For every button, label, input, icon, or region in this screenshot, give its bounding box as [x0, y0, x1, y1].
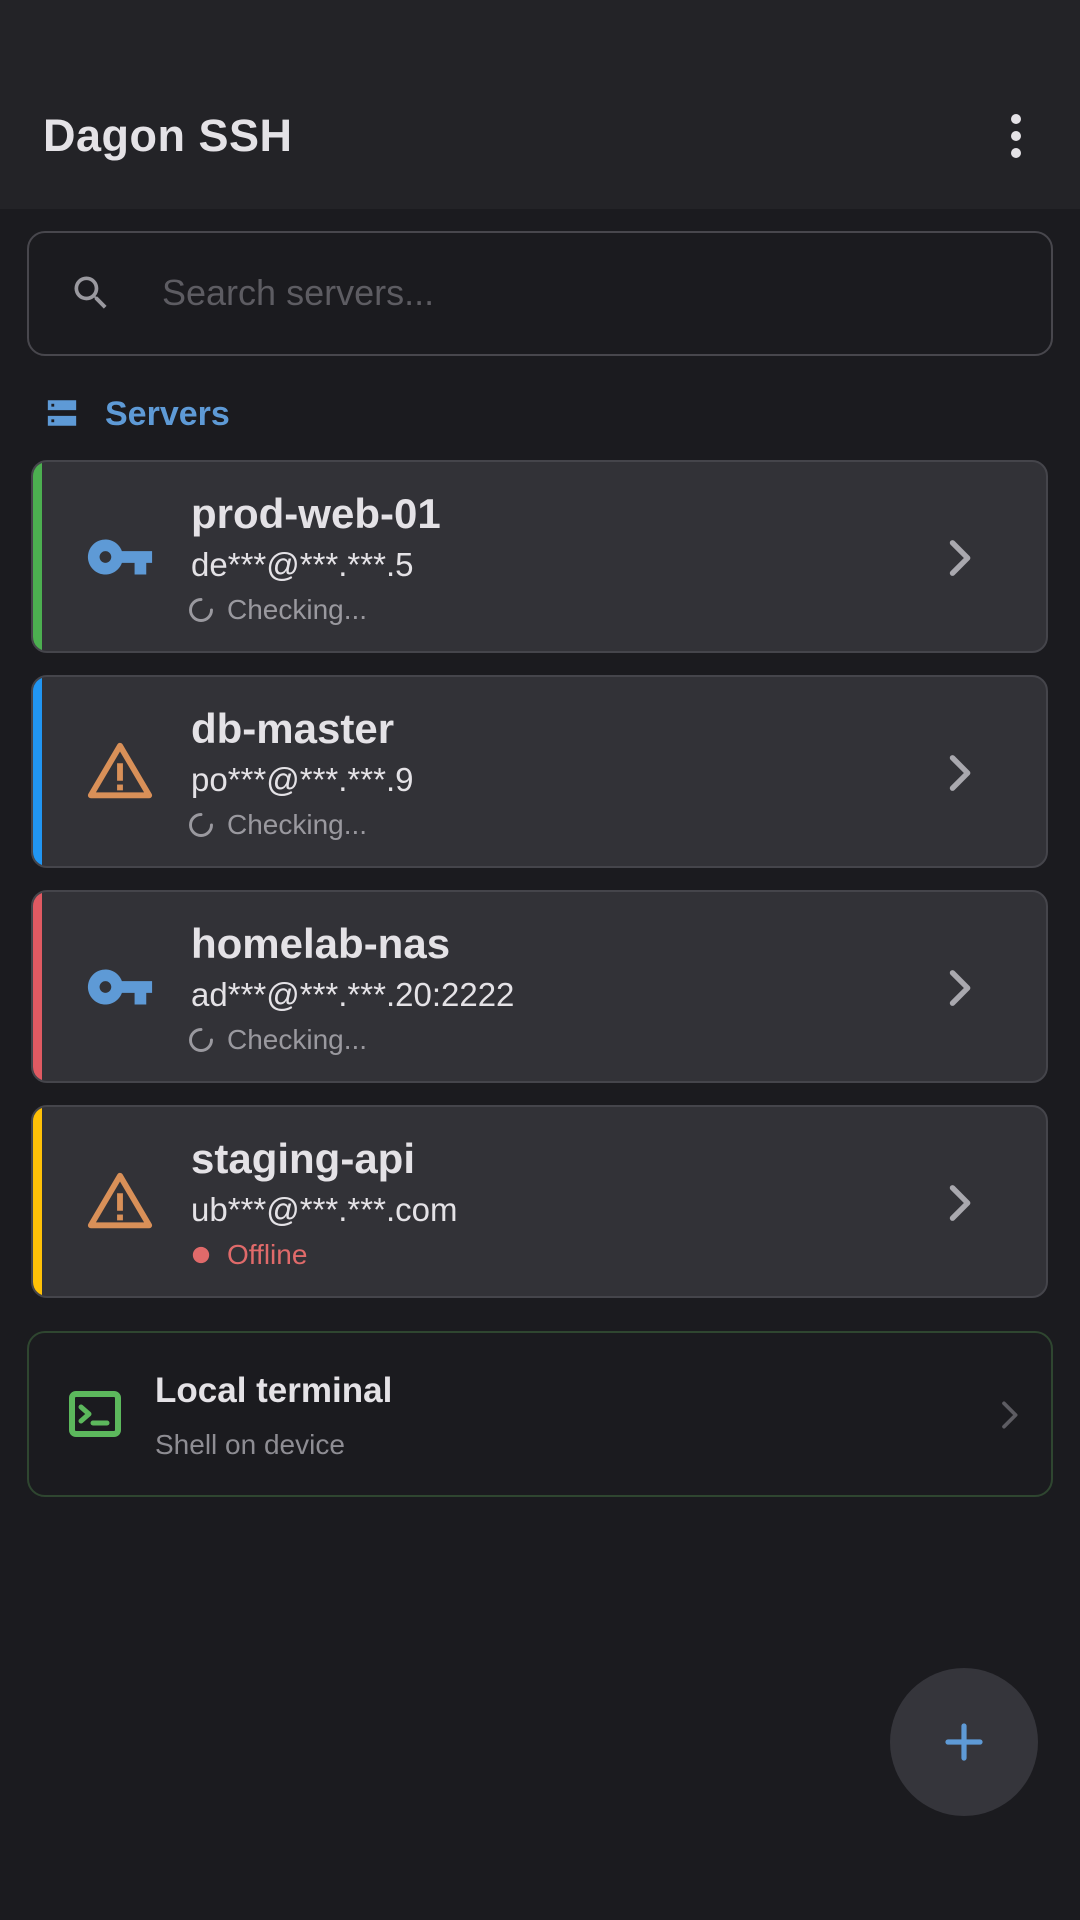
- add-server-button[interactable]: [890, 1668, 1038, 1816]
- server-status: Checking...: [187, 807, 367, 843]
- server-address: ub***@***.***.com: [191, 1191, 458, 1228]
- chevron-right-icon: [949, 755, 971, 791]
- loading-spinner-icon: [189, 813, 213, 837]
- loading-spinner-icon: [189, 598, 213, 622]
- warning-icon: [87, 1172, 153, 1229]
- app-bar: Dagon SSH: [0, 0, 1080, 209]
- local-terminal-subtitle: Shell on device: [155, 1429, 345, 1460]
- status-accent-bar: [33, 892, 42, 1081]
- status-accent-bar: [33, 677, 42, 866]
- server-status: Checking...: [187, 592, 367, 628]
- plus-icon: [945, 1723, 983, 1761]
- chevron-right-icon: [1002, 1401, 1018, 1429]
- server-name: prod-web-01: [191, 490, 441, 537]
- status-text: Checking...: [227, 1024, 368, 1055]
- more-options-icon[interactable]: [990, 110, 1042, 162]
- search-bar[interactable]: [27, 231, 1053, 356]
- loading-spinner-icon: [189, 1028, 213, 1052]
- key-icon: [87, 969, 153, 1005]
- server-status: Offline: [187, 1237, 307, 1273]
- server-name: db-master: [191, 705, 395, 752]
- status-text: Checking...: [227, 809, 368, 840]
- status-accent-bar: [33, 462, 42, 651]
- chevron-right-icon: [949, 1185, 971, 1221]
- server-name: homelab-nas: [191, 920, 451, 967]
- server-card-prod-web-01[interactable]: prod-web-01 de***@***.***.5 Checking...: [31, 460, 1048, 653]
- server-name: staging-api: [191, 1135, 416, 1182]
- search-input[interactable]: [162, 261, 1012, 325]
- status-text: Checking...: [227, 594, 368, 625]
- server-address: de***@***.***.5: [191, 546, 414, 583]
- section-title: Servers: [105, 394, 230, 433]
- server-status: Checking...: [187, 1022, 367, 1058]
- servers-section-header: Servers: [45, 392, 230, 436]
- server-address: po***@***.***.9: [191, 761, 414, 798]
- status-text: Offline: [227, 1239, 308, 1270]
- local-terminal-card[interactable]: Local terminal Shell on device: [27, 1331, 1053, 1497]
- key-icon: [87, 539, 153, 575]
- terminal-icon: [69, 1391, 121, 1437]
- app-title: Dagon SSH: [43, 110, 293, 161]
- search-icon: [74, 276, 107, 309]
- server-card-db-master[interactable]: db-master po***@***.***.9 Checking...: [31, 675, 1048, 868]
- warning-icon: [87, 742, 153, 799]
- chevron-right-icon: [949, 540, 971, 576]
- server-card-homelab-nas[interactable]: homelab-nas ad***@***.***.20:2222 Checki…: [31, 890, 1048, 1083]
- servers-icon: [47, 400, 77, 426]
- server-card-staging-api[interactable]: staging-api ub***@***.***.com Offline: [31, 1105, 1048, 1298]
- offline-dot-icon: [192, 1246, 210, 1264]
- status-accent-bar: [33, 1107, 42, 1296]
- server-address: ad***@***.***.20:2222: [191, 976, 515, 1013]
- local-terminal-title: Local terminal: [155, 1371, 393, 1410]
- chevron-right-icon: [949, 970, 971, 1006]
